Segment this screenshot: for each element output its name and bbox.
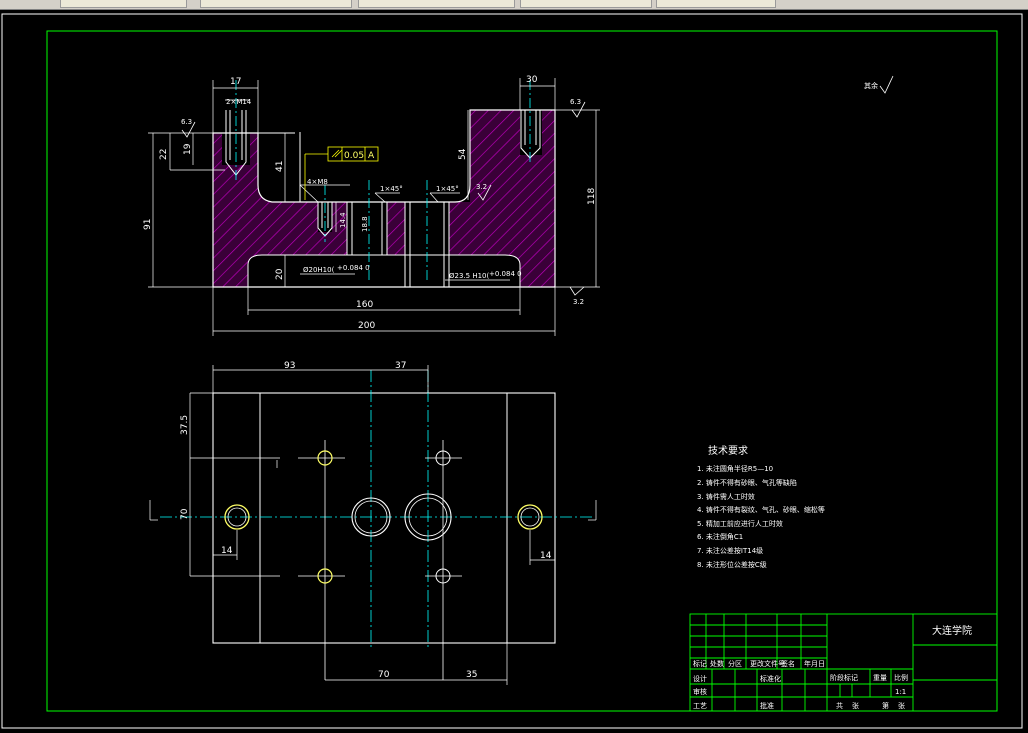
tb-standard: 标准化 [760,674,781,683]
dim-70-bottom: 70 [378,670,390,680]
tech-item-1: 1. 未注圆角半径R5—10 [697,464,773,473]
dim-19: 19 [183,143,193,155]
tb-design: 设计 [693,674,707,683]
dim-bore-20: Ø20H10( [303,266,335,274]
tb-mark: 标记 [693,659,707,668]
tolerance-datum: A [368,151,375,161]
tab-4[interactable] [520,0,652,8]
tb-approve: 批准 [760,701,774,710]
tech-item-6: 6. 未注倒角C1 [697,532,743,541]
dim-200: 200 [358,321,375,331]
dim-22: 22 [159,149,169,160]
dim-70-left: 70 [180,508,190,520]
roughness-6-3-left: 6.3 [181,118,192,126]
top-view-outline [212,392,556,644]
thread-hole-m14-right [520,110,542,155]
tb-of: 第 [882,701,889,710]
dim-35-bottom: 35 [466,670,477,680]
dim-thread-m14: 2×M14 [226,98,252,106]
front-view [148,75,894,336]
dim-thread-m8: 4×M8 [307,178,328,186]
tb-weight: 重量 [873,674,887,682]
roughness-6-3-right: 6.3 [570,98,581,106]
tb-scale: 比例 [894,673,908,682]
tb-sheet: 张 [852,701,859,710]
tech-requirements: 技术要求 1. 未注圆角半径R5—10 2. 铸件不得有砂眼、气孔等缺陷 3. … [697,444,825,569]
school-name: 大连学院 [932,624,972,637]
dim-chamfer-2: 1×45° [436,185,459,193]
dim-118: 118 [587,188,597,205]
dim-160: 160 [356,300,373,310]
dim-30: 30 [526,75,538,85]
tech-requirements-title: 技术要求 [708,444,748,457]
tb-process: 工艺 [693,702,707,710]
tech-item-3: 3. 铸件需人工时效 [697,492,755,501]
roughness-remaining-note: 其余 [864,81,878,90]
tech-item-8: 8. 未注形位公差按C级 [697,560,767,569]
dim-bore-23-tol: +0.084 0 [489,270,522,278]
tab-3[interactable] [358,0,515,8]
tb-zone: 分区 [728,659,742,668]
tech-item-4: 4. 铸件不得有裂纹、气孔、砂眼、缩松等 [697,505,825,514]
window-top-bar [0,0,1028,10]
cad-drawing: 17 2×M14 30 22 19 41 91 54 118 20 160 20… [1,13,1023,729]
dim-14-left: 14 [221,546,233,556]
dim-14-4: 14.4 [339,212,347,228]
tb-sign: 签名 [781,659,795,668]
roughness-3-2-bottom: 3.2 [573,298,584,306]
tb-sheet-2: 张 [898,701,905,710]
tb-date: 年月日 [804,659,825,668]
dim-14-right: 14 [540,551,552,561]
tb-change-doc: 更改文件号 [750,659,785,668]
dim-bore-23: Ø23.5 H10( [449,272,489,280]
bottom-cavity [248,255,520,287]
top-view [149,365,597,685]
drawing-canvas[interactable]: 17 2×M14 30 22 19 41 91 54 118 20 160 20… [0,10,1028,733]
dim-20: 20 [275,268,285,280]
tech-item-7: 7. 未注公差按IT14级 [697,546,763,555]
tb-count: 处数 [710,659,724,668]
dim-bore-20-tol: +0.084 0 [337,264,370,272]
dim-17: 17 [230,77,241,87]
dim-91: 91 [143,219,153,230]
dim-chamfer-1: 1×45° [380,185,403,193]
tb-review: 审核 [693,687,707,696]
tab-1[interactable] [60,0,187,8]
roughness-3-2-mid: 3.2 [476,183,487,191]
tb-ratio: 1:1 [895,688,906,696]
tech-item-5: 5. 精加工前应进行人工时效 [697,519,783,528]
tech-item-2: 2. 铸件不得有砂眼、气孔等缺陷 [697,478,797,487]
tolerance-value: 0.05 [344,151,364,161]
dim-54: 54 [458,148,468,160]
tab-2[interactable] [200,0,352,8]
dim-18-8: 18.8 [361,216,369,232]
dim-37-5: 37.5 [180,415,190,435]
dim-41: 41 [275,161,285,172]
tb-stage-mark: 阶段标记 [830,673,858,682]
dim-37: 37 [395,361,406,371]
tb-total: 共 [836,701,843,710]
tab-5[interactable] [656,0,776,8]
dim-93: 93 [284,361,295,371]
